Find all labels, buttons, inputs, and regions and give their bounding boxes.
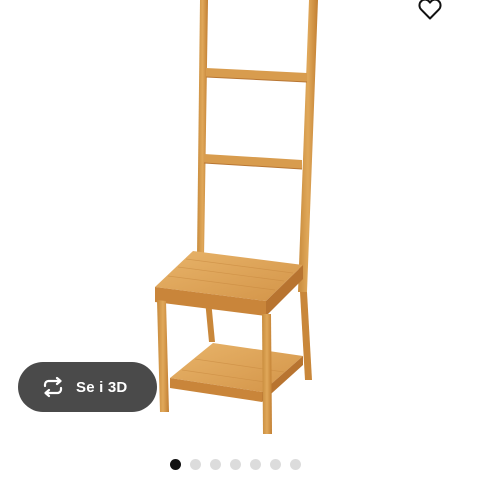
heart-icon <box>418 0 442 20</box>
carousel-dot[interactable] <box>210 459 221 470</box>
carousel-dot[interactable] <box>170 459 181 470</box>
carousel-pagination <box>170 459 301 470</box>
carousel-dot[interactable] <box>290 459 301 470</box>
view-in-3d-label: Se i 3D <box>76 378 128 396</box>
carousel-dot[interactable] <box>250 459 261 470</box>
carousel-dot[interactable] <box>270 459 281 470</box>
rotate-3d-icon <box>43 376 63 398</box>
favourite-button[interactable] <box>414 0 446 24</box>
carousel-dot[interactable] <box>230 459 241 470</box>
view-in-3d-button[interactable]: Se i 3D <box>18 362 157 412</box>
carousel-dot[interactable] <box>190 459 201 470</box>
